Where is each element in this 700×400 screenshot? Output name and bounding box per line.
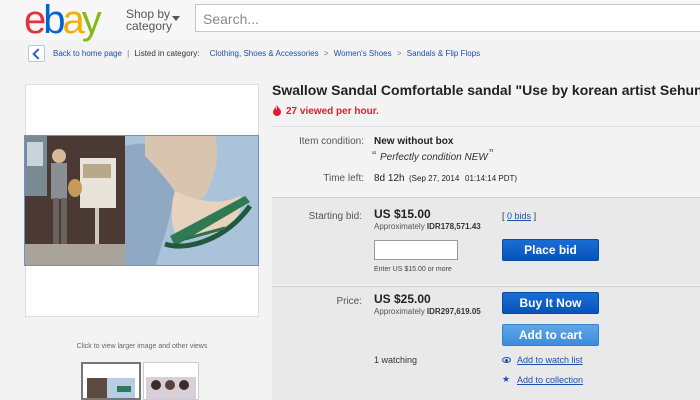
bids-bracket-close: ] <box>533 211 537 221</box>
thumbnail-1-art <box>83 364 139 398</box>
search-box[interactable]: Search... <box>195 4 700 32</box>
sandal-photo <box>125 136 258 265</box>
add-to-collection-link[interactable]: Add to collection <box>517 375 583 385</box>
search-input[interactable]: Search... <box>203 11 259 27</box>
star-icon: ★ <box>502 374 511 384</box>
gallery-hint: Click to view larger image and other vie… <box>76 343 208 350</box>
listed-in-label: Listed in category: <box>134 49 200 58</box>
sandal-photo-art <box>125 136 258 265</box>
bid-hint: Enter US $15.00 or more <box>374 266 452 273</box>
breadcrumb-item-womens-shoes[interactable]: Women's Shoes <box>334 49 392 58</box>
logo-letter-y: y <box>81 0 102 42</box>
time-left-time: 01:14:14 PDT) <box>465 174 518 183</box>
condition-note: Perfectly condition NEW <box>380 152 488 163</box>
logo-letter-a: a <box>62 0 85 42</box>
breadcrumb-arrow: > <box>323 49 329 58</box>
add-to-watch-list-link[interactable]: Add to watch list <box>517 355 583 365</box>
item-title: Swallow Sandal Comfortable sandal "Use b… <box>272 82 700 98</box>
logo-letter-e: e <box>24 0 46 42</box>
shop-by-line2: category <box>126 19 173 33</box>
condition-label: Item condition: <box>298 136 364 147</box>
starting-bid-label: Starting bid: <box>308 211 362 222</box>
buy-approx: Approximately IDR297,619.05 <box>374 307 481 316</box>
starting-price: US $15.00 <box>374 207 431 221</box>
thumbnail-2-art <box>144 363 198 399</box>
person-photo <box>25 136 125 265</box>
thumbnail-2[interactable] <box>143 362 199 400</box>
breadcrumb-item-clothing[interactable]: Clothing, Shoes & Accessories <box>210 49 319 58</box>
buy-it-now-button[interactable]: Buy It Now <box>502 292 599 314</box>
approx-value: IDR297,619.05 <box>426 307 481 316</box>
breadcrumb: Back to home page | Listed in category: … <box>53 49 480 58</box>
breadcrumb-arrow: > <box>396 49 402 58</box>
approx-prefix: Approximately <box>374 307 425 316</box>
thumbnail-1[interactable] <box>81 362 141 400</box>
divider <box>272 126 700 127</box>
ebay-item-page: ebay Shop by category Search... Back to … <box>0 0 700 400</box>
eye-icon <box>502 357 511 363</box>
price-label: Price: <box>336 296 362 307</box>
time-left-value: 8d 12h <box>374 173 405 184</box>
approx-value: IDR178,571.43 <box>426 222 481 231</box>
logo-letter-b: b <box>43 0 65 42</box>
starting-approx: Approximately IDR178,571.43 <box>374 222 481 231</box>
bid-amount-input[interactable] <box>374 240 458 260</box>
quote-open: “ <box>372 148 377 163</box>
ebay-logo[interactable]: ebay <box>24 0 102 43</box>
watching-count: 1 watching <box>374 355 418 365</box>
bid-count: [ 0 bids ] <box>502 211 536 221</box>
site-header: ebay Shop by category Search... <box>0 0 700 43</box>
time-left-date: (Sep 27, 2014 <box>409 174 460 183</box>
approx-prefix: Approximately <box>374 222 425 231</box>
condition-value: New without box <box>374 136 454 147</box>
quote-close: ” <box>489 146 494 161</box>
bids-bracket-open: [ <box>502 211 505 221</box>
breadcrumb-item-sandals[interactable]: Sandals & Flip Flops <box>407 49 480 58</box>
views-per-hour: 27 viewed per hour. <box>286 106 379 117</box>
add-to-cart-button[interactable]: Add to cart <box>502 324 599 346</box>
chevron-down-icon[interactable] <box>172 16 180 21</box>
back-arrow-icon[interactable] <box>28 45 45 62</box>
place-bid-button[interactable]: Place bid <box>502 239 599 261</box>
bids-link[interactable]: 0 bids <box>507 211 531 221</box>
time-left-label: Time left: <box>323 173 364 184</box>
person-photo-art <box>25 136 125 265</box>
breadcrumb-divider: | <box>127 49 130 58</box>
fire-icon <box>273 105 281 116</box>
back-to-home-link[interactable]: Back to home page <box>53 49 122 58</box>
main-product-image[interactable] <box>24 135 259 266</box>
shop-by-category-button[interactable]: Shop by category <box>126 8 172 32</box>
buy-price: US $25.00 <box>374 292 431 306</box>
